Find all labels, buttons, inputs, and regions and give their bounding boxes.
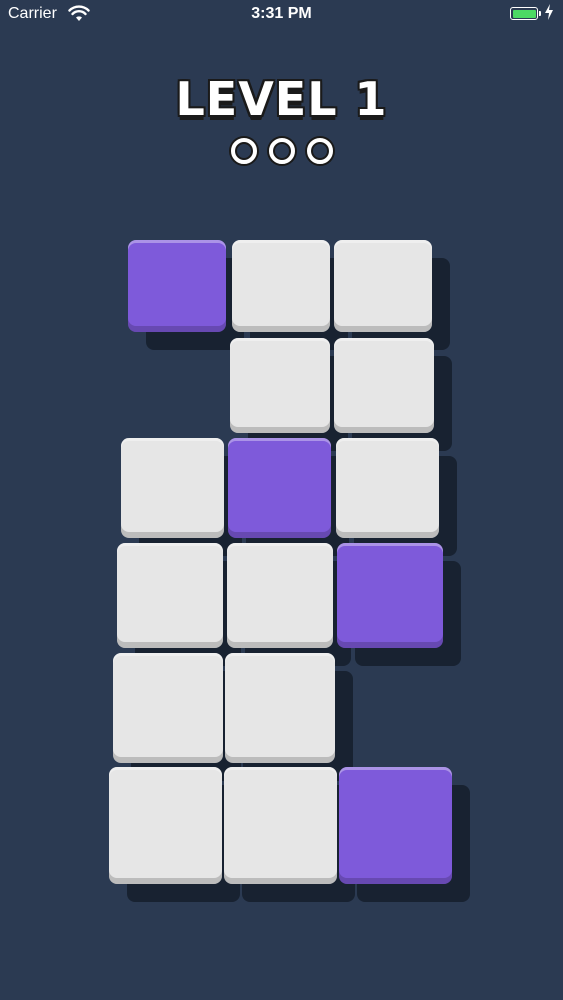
tile-white-r4-c2[interactable] <box>227 543 333 648</box>
puzzle-board <box>0 0 563 1000</box>
tile-purple-r4-c3[interactable] <box>337 543 443 648</box>
tile-white-r5-c2[interactable] <box>225 653 335 763</box>
tile-white-r2-c3[interactable] <box>334 338 434 433</box>
tile-purple-r1-c1[interactable] <box>128 240 226 332</box>
tile-white-r6-c2[interactable] <box>224 767 337 884</box>
tile-white-r1-c3[interactable] <box>334 240 432 332</box>
tile-white-r6-c1[interactable] <box>109 767 222 884</box>
tile-white-r3-c1[interactable] <box>121 438 224 538</box>
tile-white-r1-c2[interactable] <box>232 240 330 332</box>
tile-white-r2-c2[interactable] <box>230 338 330 433</box>
tile-purple-r6-c3[interactable] <box>339 767 452 884</box>
tile-white-r3-c3[interactable] <box>336 438 439 538</box>
tile-white-r5-c1[interactable] <box>113 653 223 763</box>
tile-white-r4-c1[interactable] <box>117 543 223 648</box>
tile-purple-r3-c2[interactable] <box>228 438 331 538</box>
